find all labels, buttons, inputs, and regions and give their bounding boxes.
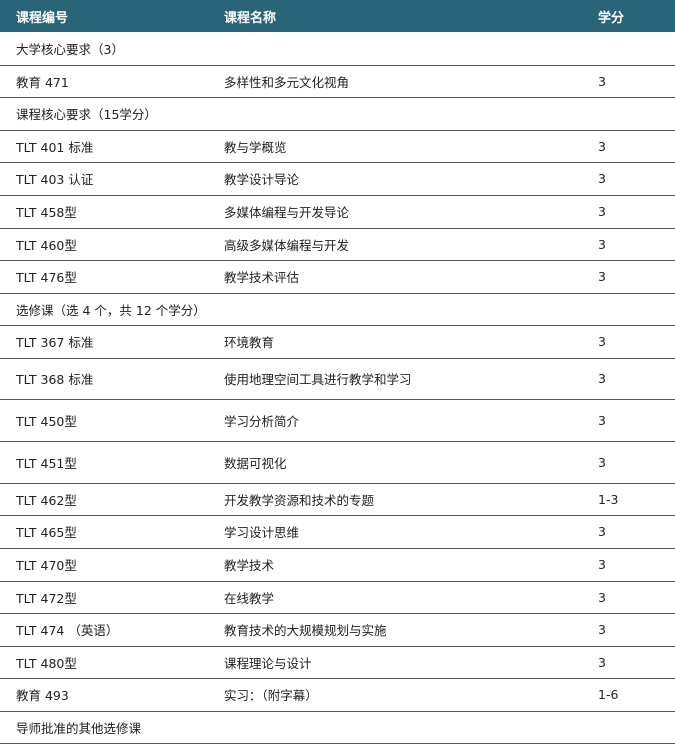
- course-credits: 3: [583, 130, 675, 163]
- section-title: 导师批准的其他选修课: [0, 711, 675, 744]
- course-code: TLT 450型: [0, 399, 208, 442]
- course-name: 环境教育: [208, 325, 583, 359]
- section-row: 课程核心要求（15学分）: [0, 97, 675, 131]
- section-title: 大学核心要求（3）: [0, 32, 675, 66]
- course-credits: 3: [583, 548, 675, 582]
- section-title: 课程核心要求（15学分）: [0, 97, 675, 131]
- course-credits: 3: [583, 646, 675, 679]
- course-row: TLT 460型 高级多媒体编程与开发 3: [0, 228, 675, 261]
- course-row: TLT 480型 课程理论与设计 3: [0, 646, 675, 679]
- course-name: 多样性和多元文化视角: [208, 65, 583, 98]
- course-code: TLT 403 认证: [0, 162, 208, 196]
- course-name: 多媒体编程与开发导论: [208, 195, 583, 229]
- course-row: TLT 368 标准 使用地理空间工具进行教学和学习 3: [0, 358, 675, 400]
- course-credits: 3: [583, 358, 675, 400]
- course-row: TLT 403 认证 教学设计导论 3: [0, 162, 675, 196]
- course-credits: 3: [583, 515, 675, 549]
- section-row: 导师批准的其他选修课: [0, 711, 675, 744]
- course-code: 教育 471: [0, 65, 208, 98]
- course-name: 课程理论与设计: [208, 646, 583, 679]
- course-row: TLT 465型 学习设计思维 3: [0, 515, 675, 549]
- course-code: TLT 401 标准: [0, 130, 208, 163]
- section-row: 选修课（选 4 个，共 12 个学分）: [0, 293, 675, 326]
- course-code: TLT 474 （英语）: [0, 613, 208, 647]
- course-row: TLT 401 标准 教与学概览 3: [0, 130, 675, 163]
- course-code: TLT 476型: [0, 260, 208, 294]
- course-name: 教育技术的大规模规划与实施: [208, 613, 583, 647]
- course-row: TLT 451型 数据可视化 3: [0, 441, 675, 484]
- course-requirements-table: 课程编号 课程名称 学分 大学核心要求（3） 教育 471 多样性和多元文化视角 3…: [0, 0, 675, 744]
- course-row: TLT 472型 在线教学 3: [0, 581, 675, 614]
- course-row: TLT 450型 学习分析简介 3: [0, 399, 675, 442]
- course-code: TLT 480型: [0, 646, 208, 679]
- course-row: 教育 493 实习：（附字幕） 1-6: [0, 678, 675, 712]
- course-credits: 3: [583, 65, 675, 98]
- course-credits: 1-3: [583, 483, 675, 516]
- header-row: 课程编号 课程名称 学分: [0, 0, 675, 32]
- course-name: 学习设计思维: [208, 515, 583, 549]
- course-credits: 3: [583, 399, 675, 442]
- course-credits: 3: [583, 195, 675, 229]
- course-credits: 3: [583, 441, 675, 484]
- course-credits: 3: [583, 162, 675, 196]
- header-credits: 学分: [583, 0, 675, 32]
- course-credits: 3: [583, 613, 675, 647]
- table-header: 课程编号 课程名称 学分: [0, 0, 675, 32]
- course-code: TLT 462型: [0, 483, 208, 516]
- course-name: 使用地理空间工具进行教学和学习: [208, 358, 583, 400]
- course-row: TLT 470型 教学技术 3: [0, 548, 675, 582]
- course-name: 教与学概览: [208, 130, 583, 163]
- course-name: 数据可视化: [208, 441, 583, 484]
- header-course-name: 课程名称: [208, 0, 583, 32]
- course-row: TLT 367 标准 环境教育 3: [0, 325, 675, 359]
- table-body: 大学核心要求（3） 教育 471 多样性和多元文化视角 3 课程核心要求（15学分）…: [0, 32, 675, 744]
- course-code: TLT 368 标准: [0, 358, 208, 400]
- course-row: TLT 474 （英语） 教育技术的大规模规划与实施 3: [0, 613, 675, 647]
- course-credits: 3: [583, 260, 675, 294]
- course-name: 学习分析简介: [208, 399, 583, 442]
- course-name: 开发教学资源和技术的专题: [208, 483, 583, 516]
- course-credits: 3: [583, 581, 675, 614]
- course-credits: 1-6: [583, 678, 675, 712]
- course-row: TLT 476型 教学技术评估 3: [0, 260, 675, 294]
- course-name: 在线教学: [208, 581, 583, 614]
- course-row: 教育 471 多样性和多元文化视角 3: [0, 65, 675, 98]
- course-name: 教学技术: [208, 548, 583, 582]
- course-name: 教学技术评估: [208, 260, 583, 294]
- course-code: TLT 458型: [0, 195, 208, 229]
- course-row: TLT 458型 多媒体编程与开发导论 3: [0, 195, 675, 229]
- course-code: TLT 451型: [0, 441, 208, 484]
- course-code: TLT 367 标准: [0, 325, 208, 359]
- course-credits: 3: [583, 325, 675, 359]
- course-row: TLT 462型 开发教学资源和技术的专题 1-3: [0, 483, 675, 516]
- course-code: TLT 460型: [0, 228, 208, 261]
- course-name: 实习：（附字幕）: [208, 678, 583, 712]
- header-course-code: 课程编号: [0, 0, 208, 32]
- course-code: TLT 472型: [0, 581, 208, 614]
- course-code: TLT 465型: [0, 515, 208, 549]
- course-code: TLT 470型: [0, 548, 208, 582]
- section-title: 选修课（选 4 个，共 12 个学分）: [0, 293, 675, 326]
- course-name: 高级多媒体编程与开发: [208, 228, 583, 261]
- course-code: 教育 493: [0, 678, 208, 712]
- course-credits: 3: [583, 228, 675, 261]
- section-row: 大学核心要求（3）: [0, 32, 675, 66]
- course-name: 教学设计导论: [208, 162, 583, 196]
